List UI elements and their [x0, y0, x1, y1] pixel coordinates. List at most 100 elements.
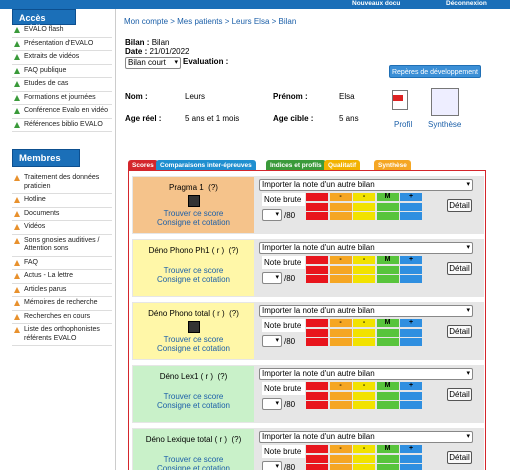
consigne-link[interactable]: Consigne et cotation — [133, 344, 254, 353]
sidebar-item[interactable]: FAQ — [12, 257, 112, 270]
score-cell — [306, 193, 328, 201]
detail-button[interactable]: Détail — [447, 388, 472, 401]
sidebar-item[interactable]: Traitement des données praticien — [12, 172, 112, 194]
score-cell — [329, 391, 352, 400]
help-link[interactable]: (?) — [218, 372, 228, 381]
sidebar-item[interactable]: Mémoires de recherche — [12, 297, 112, 311]
score-cell: M — [376, 193, 399, 201]
find-score-link[interactable]: Trouver ce score — [133, 335, 254, 344]
sidebar-item[interactable]: Actus - La lettre — [12, 270, 112, 284]
find-score-link[interactable]: Trouver ce score — [133, 209, 254, 218]
score-cell — [306, 338, 328, 346]
find-score-link[interactable]: Trouver ce score — [133, 266, 254, 275]
score-cell — [306, 212, 328, 220]
bilan-type-select[interactable]: Bilan court ▾ — [125, 57, 181, 69]
test-row: Pragma 1 (?) Trouver ce score Consigne et … — [132, 176, 484, 234]
detail-button[interactable]: Détail — [447, 325, 472, 338]
triangle-icon — [14, 81, 20, 87]
help-link[interactable]: (?) — [232, 435, 242, 444]
profil-link[interactable]: Profil — [394, 120, 412, 129]
test-info: Déno Lexique total ( r ) (?) Trouver ce s… — [133, 429, 254, 470]
score-cell: - — [353, 382, 375, 390]
test-row: Déno Lexique total ( r ) (?) Trouver ce s… — [132, 428, 484, 470]
synthese-link[interactable]: Synthèse — [428, 120, 461, 129]
detail-button[interactable]: Détail — [447, 199, 472, 212]
find-score-link[interactable]: Trouver ce score — [133, 392, 254, 401]
chevron-down-icon: ▾ — [275, 463, 279, 470]
prenom-value: Elsa — [339, 92, 355, 101]
sidebar-item[interactable]: Sons gnosies auditives / Attention sons — [12, 235, 112, 257]
sidebar-item[interactable]: EVALO flash — [12, 24, 112, 38]
reperes-button[interactable]: Repères de développement — [389, 65, 481, 78]
pdf-icon[interactable] — [392, 90, 408, 110]
note-brute-select[interactable]: ▾ — [262, 461, 282, 470]
sidebar-item[interactable]: Formations et journées — [12, 92, 112, 105]
sidebar-item[interactable]: Vidéos — [12, 221, 112, 235]
score-cell — [376, 464, 399, 470]
import-select[interactable]: Importer la note d'un autre bilan ▾ — [259, 305, 473, 317]
score-cell — [353, 338, 375, 346]
chevron-down-icon: ▾ — [275, 337, 279, 344]
sidebar-item[interactable]: Documents — [12, 208, 112, 221]
note-brute-select[interactable]: ▾ — [262, 209, 282, 221]
test-info: Déno Phono total ( r ) (?) Trouver ce sco… — [133, 303, 254, 359]
import-select[interactable]: Importer la note d'un autre bilan ▾ — [259, 431, 473, 443]
consigne-link[interactable]: Consigne et cotation — [133, 401, 254, 410]
detail-button[interactable]: Détail — [447, 451, 472, 464]
rtf-icon[interactable] — [431, 88, 459, 116]
sidebar-item[interactable]: Présentation d'EVALO — [12, 38, 112, 51]
find-score-link[interactable]: Trouver ce score — [133, 455, 254, 464]
video-icon[interactable] — [187, 195, 200, 207]
news-link[interactable]: Nouveaux docu — [352, 0, 400, 7]
max-score: /80 — [284, 274, 296, 283]
date-label: Date : — [125, 47, 148, 56]
help-link[interactable]: (?) — [229, 309, 239, 318]
score-cell — [306, 328, 328, 337]
triangle-icon — [14, 237, 20, 244]
nom-label: Nom : — [125, 92, 148, 101]
triangle-icon — [14, 224, 20, 230]
score-cell — [400, 401, 422, 409]
score-cell — [329, 454, 352, 463]
scores-panel: Pragma 1 (?) Trouver ce score Consigne et … — [128, 170, 486, 470]
test-info: Déno Lex1 ( r ) (?) Trouver ce score Consi… — [133, 366, 254, 422]
sidebar-item[interactable]: Conférence Evalo en vidéo — [12, 105, 112, 119]
score-cell — [376, 212, 399, 220]
sidebar-item[interactable]: Hotline — [12, 194, 112, 208]
sidebar-item[interactable]: Références biblio EVALO — [12, 119, 112, 132]
score-cell — [376, 391, 399, 400]
note-brute-label: Note brute — [262, 382, 305, 395]
score-cell: + — [400, 193, 422, 201]
score-cell: - — [353, 445, 375, 453]
consigne-link[interactable]: Consigne et cotation — [133, 464, 254, 470]
note-brute-label: Note brute — [262, 319, 305, 332]
video-icon[interactable] — [187, 321, 200, 333]
import-select[interactable]: Importer la note d'un autre bilan ▾ — [259, 368, 473, 380]
detail-button[interactable]: Détail — [447, 262, 472, 275]
sidebar-item[interactable]: Extraits de vidéos — [12, 51, 112, 65]
breadcrumb[interactable]: Mon compte > Mes patients > Leurs Elsa >… — [124, 17, 296, 26]
chevron-down-icon: ▾ — [466, 307, 470, 314]
note-brute-select[interactable]: ▾ — [262, 398, 282, 410]
triangle-icon — [14, 300, 20, 306]
sidebar-item[interactable]: Liste des orthophonistes référents EVALO — [12, 324, 112, 346]
sidebar-item[interactable]: FAQ publique — [12, 65, 112, 78]
sidebar-item[interactable]: Recherches en cours — [12, 311, 112, 324]
consigne-link[interactable]: Consigne et cotation — [133, 275, 254, 284]
sidebar-item[interactable]: Articles parus — [12, 284, 112, 297]
logout-link[interactable]: Déconnexion — [446, 0, 487, 7]
score-cell — [353, 202, 375, 211]
consigne-link[interactable]: Consigne et cotation — [133, 218, 254, 227]
sidebar-item[interactable]: Etudes de cas — [12, 78, 112, 92]
note-brute-select[interactable]: ▾ — [262, 272, 282, 284]
import-select[interactable]: Importer la note d'un autre bilan ▾ — [259, 179, 473, 191]
sidebar-item-label: Recherches en cours — [24, 312, 91, 320]
help-link[interactable]: (?) — [229, 246, 239, 255]
test-row: Déno Lex1 ( r ) (?) Trouver ce score Consi… — [132, 365, 484, 423]
test-row: Déno Phono Ph1 ( r ) (?) Trouver ce score… — [132, 239, 484, 297]
note-brute-select[interactable]: ▾ — [262, 335, 282, 347]
import-select[interactable]: Importer la note d'un autre bilan ▾ — [259, 242, 473, 254]
help-link[interactable]: (?) — [208, 183, 218, 192]
test-name: Déno Lexique total ( r ) — [145, 435, 228, 444]
score-cell — [329, 275, 352, 283]
